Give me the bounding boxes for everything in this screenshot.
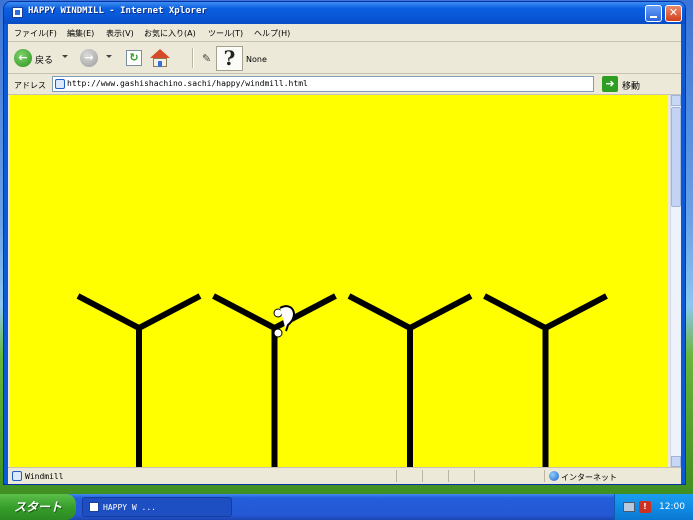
page-icon: [55, 79, 65, 89]
chevron-down-icon[interactable]: [106, 55, 112, 58]
scroll-thumb[interactable]: [671, 107, 681, 207]
address-bar: アドレス http://www.gashishachino.sachi/happ…: [8, 74, 681, 95]
back-button-label[interactable]: 戻る: [35, 53, 53, 66]
page-status-icon: [12, 471, 22, 481]
network-icon[interactable]: [623, 502, 635, 512]
window-title: HAPPY WINDMILL - Internet Xplorer: [28, 6, 207, 16]
security-zone-label: インターネット: [561, 473, 617, 482]
taskbar: スタート HAPPY W ... ! 12:00: [0, 494, 693, 520]
address-url: http://www.gashishachino.sachi/happy/win…: [67, 79, 308, 88]
refresh-icon[interactable]: ↻: [126, 50, 142, 66]
browser-window: HAPPY WINDMILL - Internet Xplorer ✕ ファイル…: [4, 2, 685, 484]
taskbar-window-label: HAPPY W ...: [103, 503, 156, 512]
close-button[interactable]: ✕: [665, 5, 682, 22]
toolbar: ← 戻る → ↻ ✎ ? None: [8, 42, 681, 74]
go-button-label[interactable]: 移動: [622, 79, 640, 92]
start-button[interactable]: スタート: [0, 494, 76, 520]
scroll-down-button[interactable]: [671, 456, 681, 467]
clock[interactable]: 12:00: [659, 502, 685, 512]
windmill-blade-right: [408, 293, 473, 331]
title-bar[interactable]: HAPPY WINDMILL - Internet Xplorer ✕: [4, 2, 685, 24]
vertical-scrollbar[interactable]: [670, 95, 681, 467]
windmill-blade-right: [544, 293, 608, 331]
address-input[interactable]: http://www.gashishachino.sachi/happy/win…: [52, 76, 594, 92]
windmill: [76, 293, 202, 467]
pen-tool-button[interactable]: ?: [216, 46, 243, 71]
chevron-down-icon[interactable]: [62, 55, 68, 58]
forward-arrow-icon[interactable]: →: [80, 49, 98, 67]
menu-help[interactable]: ヘルプ(H): [254, 28, 290, 39]
home-icon[interactable]: [150, 49, 170, 67]
menu-tools[interactable]: ツール(T): [208, 28, 243, 39]
windmill-blade-left: [212, 293, 276, 331]
browser-client: ファイル(F) 編集(E) 表示(V) お気に入り(A) ツール(T) ヘルプ(…: [8, 24, 681, 484]
windmill-blade-left: [483, 293, 547, 331]
menu-file[interactable]: ファイル(F): [14, 28, 57, 39]
menu-edit[interactable]: 編集(E): [67, 28, 94, 39]
cursor-icon: [273, 305, 295, 338]
internet-globe-icon: [549, 471, 559, 481]
ie-window-icon: [12, 7, 23, 18]
windmill: [212, 293, 337, 467]
windmill: [347, 293, 473, 467]
status-bar: Windmill インターネット: [8, 467, 681, 484]
toolbar-separator: [192, 48, 194, 68]
ie-task-icon: [89, 502, 99, 512]
page-content[interactable]: [10, 95, 668, 467]
taskbar-window-button[interactable]: HAPPY W ...: [82, 497, 232, 517]
windmill-blade-left: [347, 293, 412, 331]
menu-bar: ファイル(F) 編集(E) 表示(V) お気に入り(A) ツール(T) ヘルプ(…: [8, 24, 681, 42]
windmill-blade-right: [137, 293, 202, 331]
menu-favorites[interactable]: お気に入り(A): [144, 28, 196, 39]
back-arrow-icon[interactable]: ←: [14, 49, 32, 67]
windmill-blade-left: [76, 293, 141, 331]
windmill-canvas: [76, 293, 608, 467]
scroll-up-button[interactable]: [671, 95, 681, 106]
menu-view[interactable]: 表示(V): [106, 28, 134, 39]
address-label: アドレス: [14, 81, 46, 90]
pencil-icon[interactable]: ✎: [202, 52, 211, 65]
pen-tool-label: None: [246, 55, 267, 64]
go-arrow-icon[interactable]: ➜: [602, 76, 618, 92]
system-tray: ! 12:00: [614, 494, 693, 520]
status-text: Windmill: [25, 472, 64, 481]
security-alert-icon[interactable]: !: [639, 501, 651, 513]
windmill: [483, 293, 608, 467]
minimize-button[interactable]: [645, 5, 662, 22]
